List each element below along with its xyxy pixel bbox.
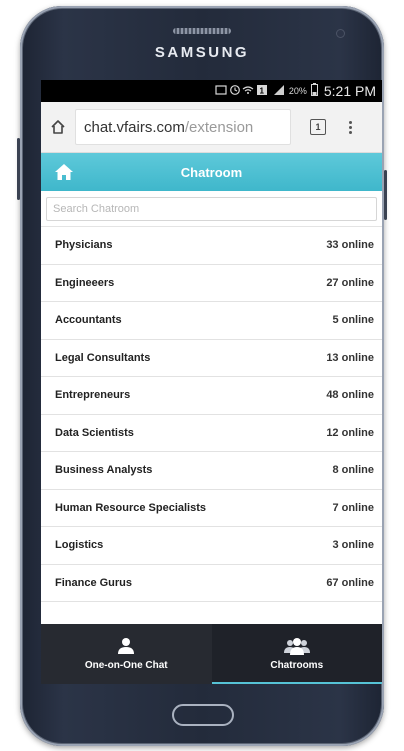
svg-text:1: 1 [259, 86, 264, 95]
url-host: chat.vfairs.com [84, 118, 185, 136]
chatroom-name: Engineeers [55, 276, 115, 289]
bottom-nav: One-on-One Chat Chatrooms [41, 624, 382, 684]
tab-label: One-on-One Chat [84, 660, 168, 671]
chatroom-list: Physicians 33 online Engineeers 27 online … [41, 227, 382, 602]
online-count: 12 online [326, 426, 374, 439]
page-title: Chatroom [180, 164, 243, 180]
chatroom-row[interactable]: Finance Gurus 67 online [41, 565, 382, 602]
search-area [41, 191, 382, 227]
online-count: 27 online [326, 276, 374, 289]
chatroom-row[interactable]: Logistics 3 online [41, 527, 382, 565]
power-button [384, 170, 387, 220]
app-header: Chatroom [41, 153, 382, 191]
hardware-home-button[interactable] [172, 704, 234, 726]
battery-icon [310, 83, 318, 99]
browser-menu-icon[interactable] [349, 120, 352, 134]
home-icon [55, 164, 73, 180]
volume-button [17, 138, 20, 200]
chatroom-name: Logistics [55, 539, 104, 552]
online-count: 3 online [332, 539, 374, 552]
address-bar[interactable]: chat.vfairs.com/extension [75, 109, 291, 145]
online-count: 13 online [326, 351, 374, 364]
home-outline-icon [51, 120, 65, 134]
online-count: 8 online [332, 464, 374, 477]
chatroom-row[interactable]: Engineeers 27 online [41, 265, 382, 302]
online-count: 7 online [332, 501, 374, 514]
app-home-button[interactable] [41, 163, 87, 181]
chatroom-name: Legal Consultants [55, 351, 151, 364]
tab-label: Chatrooms [270, 660, 324, 671]
phone-screen: 1 20% 5:21 PM chat.vfairs.com/extension … [41, 80, 382, 684]
chatroom-name: Human Resource Specialists [55, 501, 207, 514]
device-brand: SAMSUNG [154, 44, 250, 61]
person-icon [118, 638, 135, 654]
url-path: /extension [184, 118, 254, 136]
chatroom-name: Business Analysts [55, 464, 153, 477]
chatroom-row[interactable]: Human Resource Specialists 7 online [41, 490, 382, 527]
browser-toolbar: chat.vfairs.com/extension 1 [41, 102, 382, 153]
chatroom-row[interactable]: Legal Consultants 13 online [41, 340, 382, 377]
chatroom-name: Physicians [55, 239, 113, 252]
browser-home-button[interactable] [41, 119, 75, 135]
online-count: 67 online [326, 576, 374, 589]
chatroom-name: Entrepreneurs [55, 389, 131, 402]
search-chatroom-input[interactable] [46, 197, 377, 221]
chatroom-row[interactable]: Physicians 33 online [41, 227, 382, 265]
online-count: 48 online [326, 389, 374, 402]
front-camera [337, 30, 344, 37]
group-icon [283, 638, 310, 655]
chatroom-name: Accountants [55, 314, 122, 327]
chatroom-name: Finance Gurus [55, 576, 133, 589]
status-time: 5:21 PM [323, 83, 376, 99]
chatroom-row[interactable]: Entrepreneurs 48 online [41, 377, 382, 415]
status-bar: 1 20% 5:21 PM [41, 80, 382, 102]
signal-icon [273, 84, 285, 99]
chatroom-row[interactable]: Business Analysts 8 online [41, 452, 382, 490]
chatroom-row[interactable]: Accountants 5 online [41, 302, 382, 340]
chatroom-name: Data Scientists [55, 426, 134, 439]
tab-chatrooms[interactable]: Chatrooms [211, 624, 382, 684]
chatroom-row[interactable]: Data Scientists 12 online [41, 415, 382, 452]
tab-one-on-one-chat[interactable]: One-on-One Chat [41, 624, 212, 684]
online-count: 5 online [332, 314, 374, 327]
battery-percent: 20% [288, 86, 307, 96]
earpiece-speaker [173, 28, 231, 34]
online-count: 33 online [326, 239, 374, 252]
notification-icons: 1 [215, 84, 269, 99]
tab-switcher-button[interactable]: 1 [310, 119, 326, 135]
